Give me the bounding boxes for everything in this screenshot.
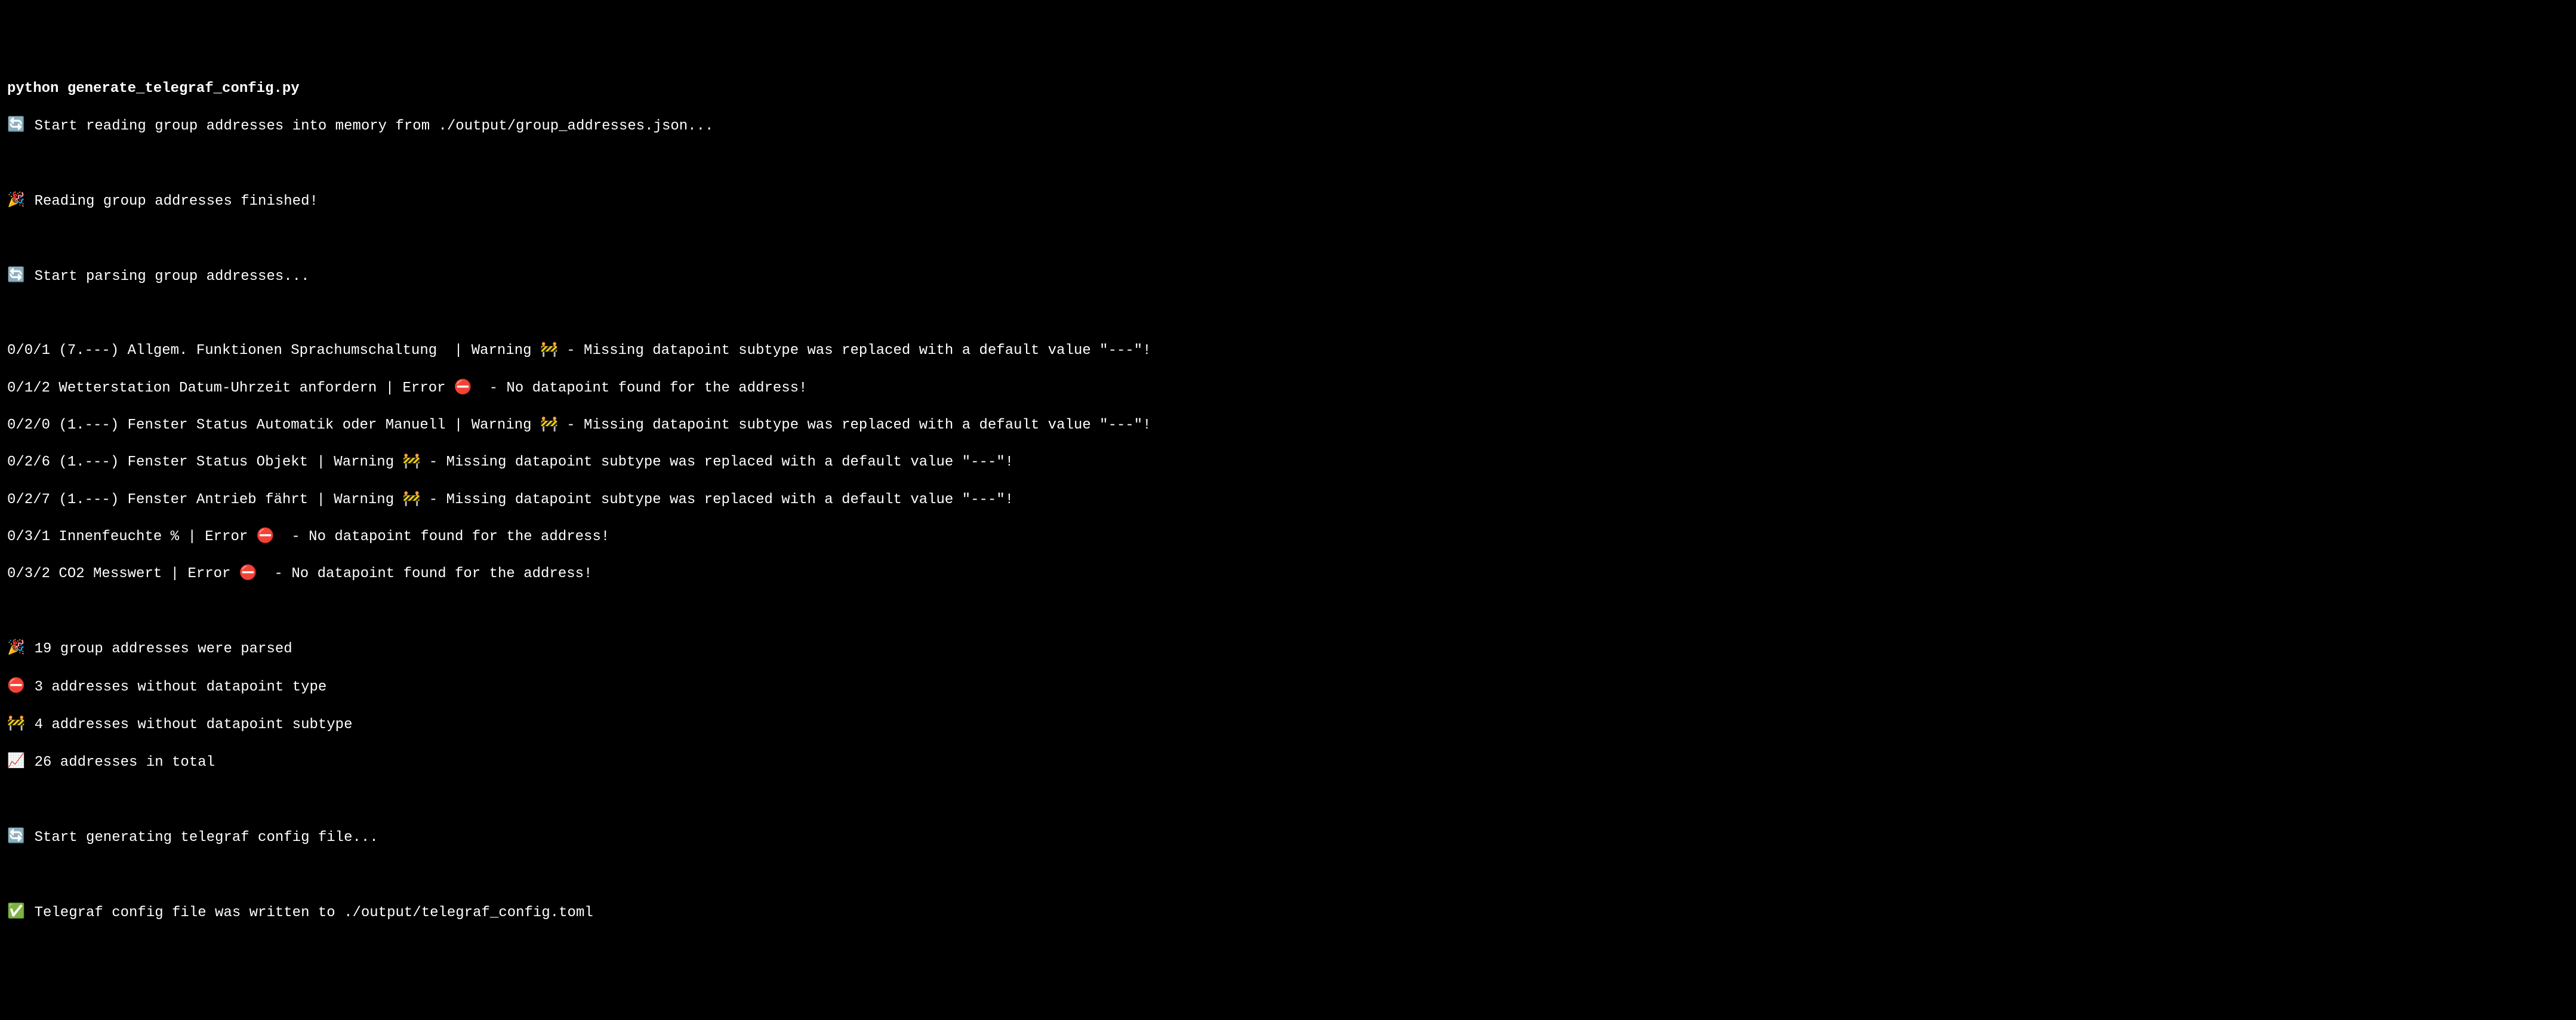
command-line: python generate_telegraf_config.py (7, 79, 2569, 98)
log-line: ✅ Telegraf config file was written to ./… (7, 903, 2569, 922)
blank-line (7, 790, 2569, 809)
party-icon: 🎉 (7, 639, 26, 658)
check-icon: ✅ (7, 903, 26, 922)
summary-line: 🚧 4 addresses without datapoint subtype (7, 715, 2569, 734)
refresh-icon: 🔄 (7, 267, 26, 285)
blank-line (7, 304, 2569, 323)
refresh-icon: 🔄 (7, 116, 26, 135)
log-text: Start parsing group addresses... (26, 268, 309, 284)
log-line: 0/0/1 (7.---) Allgem. Funktionen Sprachu… (7, 341, 2569, 360)
log-text: Telegraf config file was written to ./ou… (26, 904, 593, 920)
log-text: Start reading group addresses into memor… (26, 118, 713, 134)
log-line: 0/2/0 (1.---) Fenster Status Automatik o… (7, 416, 2569, 434)
summary-line: ⛔ 3 addresses without datapoint type (7, 677, 2569, 697)
log-line: 🔄 Start parsing group addresses... (7, 267, 2569, 286)
log-text: Reading group addresses finished! (26, 193, 318, 209)
summary-line: 🎉 19 group addresses were parsed (7, 639, 2569, 658)
blank-line (7, 865, 2569, 884)
party-icon: 🎉 (7, 192, 26, 210)
log-line: 0/2/7 (1.---) Fenster Antrieb fährt | Wa… (7, 491, 2569, 509)
log-text: 4 addresses without datapoint subtype (26, 717, 352, 733)
log-text: 19 group addresses were parsed (26, 641, 292, 657)
log-line: 🔄 Start reading group addresses into mem… (7, 116, 2569, 135)
log-text: Start generating telegraf config file... (26, 830, 378, 846)
construction-icon: 🚧 (7, 715, 26, 734)
chart-icon: 📈 (7, 753, 26, 771)
blank-line (7, 229, 2569, 248)
blank-line (7, 154, 2569, 172)
no-entry-icon: ⛔ (7, 677, 26, 696)
log-line: 0/3/1 Innenfeuchte % | Error ⛔ - No data… (7, 528, 2569, 546)
refresh-icon: 🔄 (7, 828, 26, 846)
log-line: 🔄 Start generating telegraf config file.… (7, 828, 2569, 847)
log-line: 0/3/2 CO2 Messwert | Error ⛔ - No datapo… (7, 565, 2569, 583)
blank-line (7, 602, 2569, 621)
log-line: 0/2/6 (1.---) Fenster Status Objekt | Wa… (7, 453, 2569, 472)
log-line: 0/1/2 Wetterstation Datum-Uhrzeit anford… (7, 379, 2569, 397)
log-text: 3 addresses without datapoint type (26, 679, 326, 695)
log-line: 🎉 Reading group addresses finished! (7, 192, 2569, 211)
summary-line: 📈 26 addresses in total (7, 753, 2569, 772)
log-text: 26 addresses in total (26, 754, 215, 771)
